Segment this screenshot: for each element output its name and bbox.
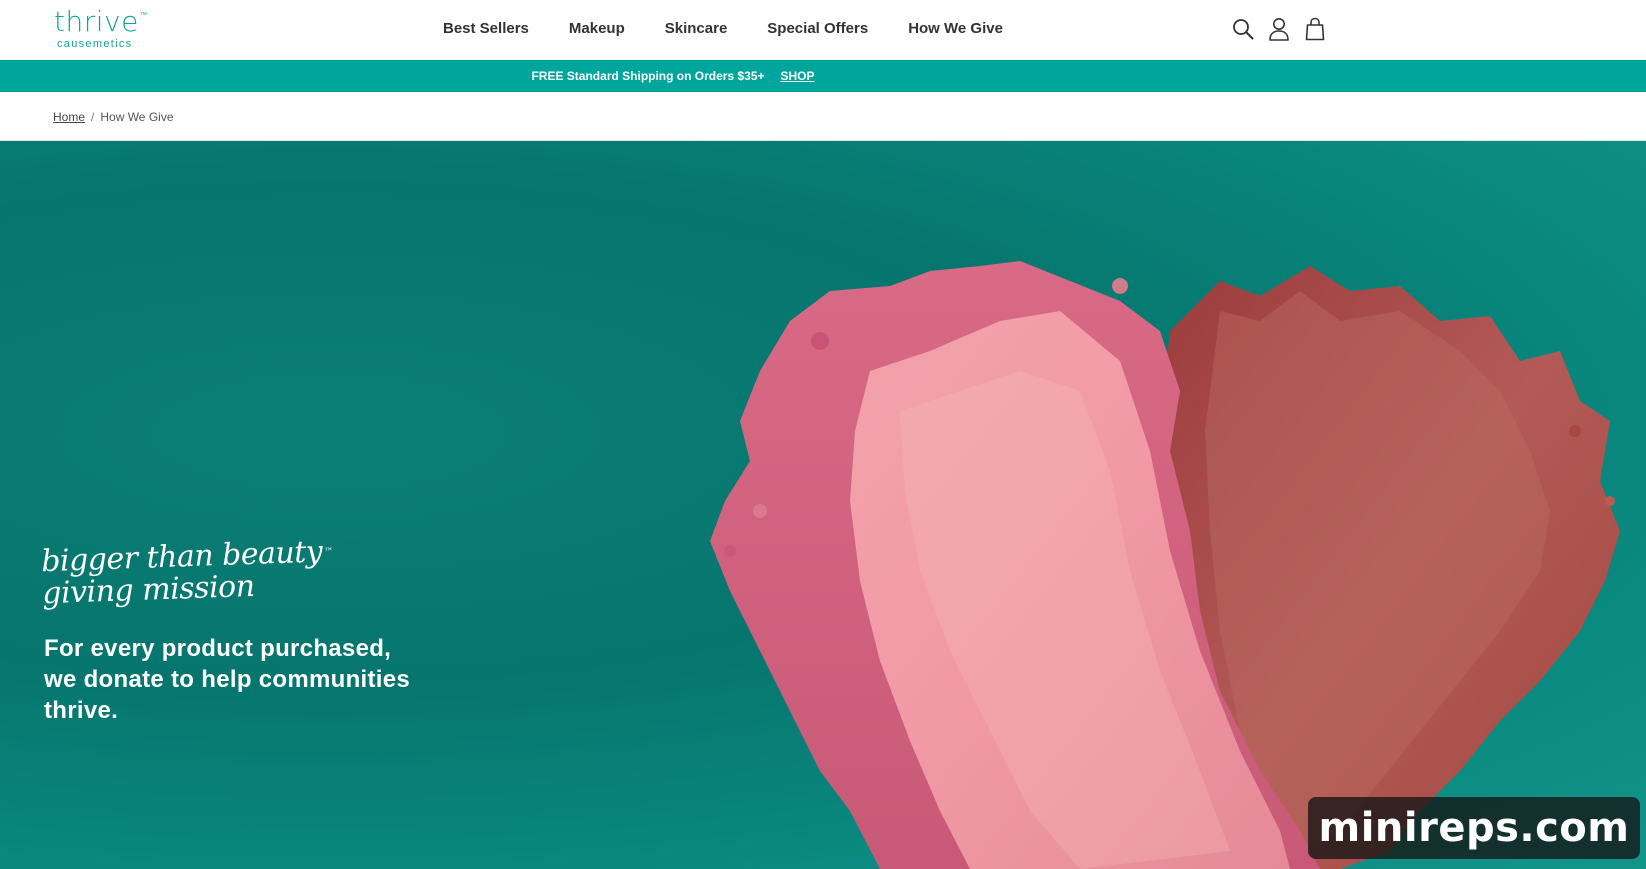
- nav-item-skincare[interactable]: Skincare: [665, 17, 728, 41]
- nav-item-how-we-give[interactable]: How We Give: [908, 17, 1003, 41]
- promo-bar: FREE Standard Shipping on Orders $35+ SH…: [0, 60, 1646, 92]
- brand-logo[interactable]: thrive ™ causemetics: [54, 6, 164, 52]
- promo-text: FREE Standard Shipping on Orders $35+: [531, 69, 765, 83]
- breadcrumb-home-link[interactable]: Home: [53, 110, 85, 124]
- tagline-line-2: giving mission: [41, 568, 256, 612]
- breadcrumb: Home / How We Give: [53, 108, 174, 126]
- promo-shop-link[interactable]: SHOP: [781, 69, 815, 83]
- nav-item-best-sellers[interactable]: Best Sellers: [443, 17, 529, 41]
- logo-subtitle: causemetics: [57, 38, 133, 50]
- header-icons: [1230, 14, 1328, 44]
- blush-heart-image: [710, 261, 1620, 869]
- tagline-trademark: ™: [324, 547, 333, 558]
- watermark-badge: minireps.com: [1308, 797, 1640, 859]
- logo-trademark: ™: [140, 12, 147, 19]
- breadcrumb-current: How We Give: [100, 110, 174, 124]
- hero-description: For every product purchased, we donate t…: [44, 635, 411, 724]
- logo-wordmark: thrive: [54, 5, 139, 38]
- watermark-text: minireps.com: [1318, 805, 1630, 851]
- breadcrumb-separator: /: [91, 110, 95, 124]
- account-icon[interactable]: [1266, 15, 1292, 43]
- main-nav: Best Sellers Makeup Skincare Special Off…: [443, 17, 1003, 41]
- nav-item-makeup[interactable]: Makeup: [569, 17, 625, 41]
- hero-tagline: bigger than beauty™ giving mission: [41, 534, 344, 626]
- search-icon[interactable]: [1230, 15, 1256, 43]
- nav-item-special-offers[interactable]: Special Offers: [767, 17, 868, 41]
- shopping-bag-icon[interactable]: [1302, 15, 1328, 43]
- hero-banner: bigger than beauty™ giving mission For e…: [0, 141, 1646, 869]
- site-header: thrive ™ causemetics Best Sellers Makeup…: [0, 0, 1646, 60]
